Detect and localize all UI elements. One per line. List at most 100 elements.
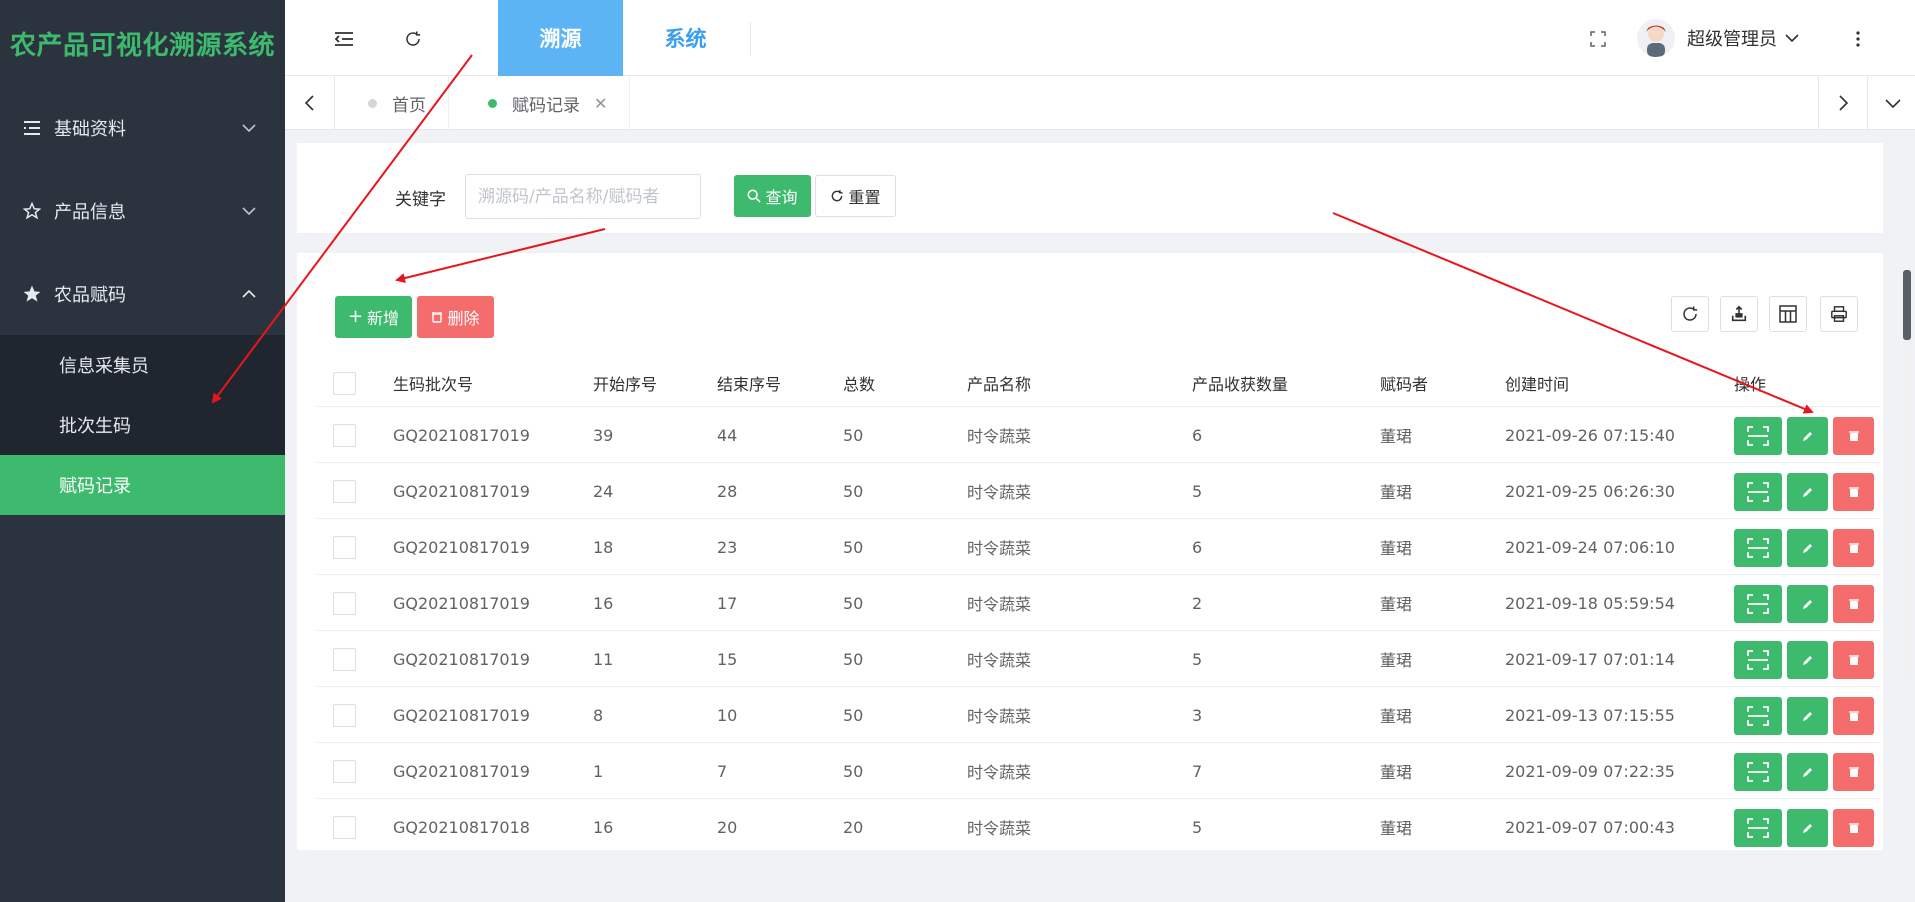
delete-row-button[interactable]: [1833, 529, 1874, 567]
reset-button[interactable]: 重置: [815, 175, 896, 217]
cell-created-time: 2021-09-09 07:22:35: [1505, 761, 1675, 781]
cell-harvest-qty: 2: [1192, 593, 1203, 613]
delete-row-button[interactable]: [1833, 585, 1874, 623]
tags-scroll-right-button[interactable]: [1818, 76, 1868, 130]
delete-button[interactable]: 删除: [417, 296, 494, 338]
scan-code-button[interactable]: [1734, 585, 1782, 623]
tag-home[interactable]: 首页: [336, 76, 449, 130]
delete-row-button[interactable]: [1833, 641, 1874, 679]
sidebar-item-coding[interactable]: 农品赋码: [0, 252, 285, 335]
pencil-icon: [1802, 544, 1812, 553]
row-checkbox[interactable]: [333, 423, 356, 447]
edit-button[interactable]: [1787, 641, 1828, 679]
cell-end-no: 10: [717, 705, 738, 725]
cell-batch-no: GQ20210817019: [393, 481, 530, 501]
user-name: 超级管理员: [1687, 29, 1777, 50]
delete-row-button[interactable]: [1833, 473, 1874, 511]
table-row: GQ20210817018 16 20 20 时令蔬菜 5 董珺 2021-09-07 07:…: [315, 799, 1879, 855]
search-panel: 关键字 查询 重置: [297, 143, 1883, 233]
scan-icon: [1747, 818, 1769, 838]
cell-start-no: 24: [593, 481, 614, 501]
user-menu[interactable]: 超级管理员: [1637, 18, 1799, 58]
scan-code-button[interactable]: [1734, 473, 1782, 511]
tag-label: 首页: [392, 95, 426, 116]
edit-button[interactable]: [1787, 753, 1828, 791]
cell-created-time: 2021-09-13 07:15:55: [1505, 705, 1675, 725]
trash-icon: [1848, 823, 1859, 833]
edit-button[interactable]: [1787, 809, 1828, 847]
trash-icon: [1848, 655, 1859, 665]
row-checkbox[interactable]: [333, 759, 356, 783]
scan-code-button[interactable]: [1734, 641, 1782, 679]
query-button[interactable]: 查询: [734, 175, 811, 217]
cell-coder: 董珺: [1380, 763, 1413, 782]
trash-icon: [431, 311, 443, 323]
add-button[interactable]: + 新增: [335, 296, 412, 338]
col-start-no: 开始序号: [593, 375, 658, 394]
scan-code-button[interactable]: [1734, 417, 1782, 455]
scan-code-button[interactable]: [1734, 697, 1782, 735]
delete-row-button[interactable]: [1833, 417, 1874, 455]
search-input[interactable]: [465, 174, 701, 219]
collapse-menu-button[interactable]: [327, 22, 361, 56]
scan-code-button[interactable]: [1734, 529, 1782, 567]
more-options-button[interactable]: [1841, 22, 1875, 56]
header-divider: [750, 22, 751, 56]
fullscreen-button[interactable]: [1581, 22, 1615, 56]
cell-batch-no: GQ20210817018: [393, 817, 530, 837]
sidebar-subitem-batch-code[interactable]: 批次生码: [0, 395, 285, 455]
row-checkbox[interactable]: [333, 703, 356, 727]
sidebar-subitem-collector[interactable]: 信息采集员: [0, 335, 285, 395]
sidebar-item-product-info[interactable]: 产品信息: [0, 169, 285, 252]
table-refresh-button[interactable]: [1671, 296, 1709, 332]
cell-start-no: 8: [593, 705, 604, 725]
pencil-icon: [1802, 712, 1812, 721]
menu-fold-icon: [334, 32, 353, 46]
edit-button[interactable]: [1787, 473, 1828, 511]
tag-status-dot: [368, 98, 377, 108]
cell-product-name: 时令蔬菜: [967, 763, 1032, 782]
sidebar-item-label: 基础资料: [54, 118, 126, 140]
cell-product-name: 时令蔬菜: [967, 539, 1032, 558]
delete-row-button[interactable]: [1833, 753, 1874, 791]
scan-icon: [1747, 762, 1769, 782]
tags-scroll-left-button[interactable]: [285, 76, 335, 130]
print-button[interactable]: [1820, 296, 1858, 332]
row-checkbox[interactable]: [333, 647, 356, 671]
edit-button[interactable]: [1787, 697, 1828, 735]
col-total: 总数: [843, 375, 876, 394]
cell-harvest-qty: 3: [1192, 705, 1203, 725]
tags-dropdown-button[interactable]: [1868, 76, 1915, 130]
row-checkbox[interactable]: [333, 479, 356, 503]
cell-batch-no: GQ20210817019: [393, 593, 530, 613]
columns-button[interactable]: [1769, 296, 1807, 332]
cell-total: 20: [843, 817, 864, 837]
cell-created-time: 2021-09-17 07:01:14: [1505, 649, 1675, 669]
cell-start-no: 11: [593, 649, 614, 669]
scan-code-button[interactable]: [1734, 809, 1782, 847]
sidebar-subitem-coding-records[interactable]: 赋码记录: [0, 455, 285, 515]
tab-traceability[interactable]: 溯源: [498, 0, 623, 76]
row-checkbox[interactable]: [333, 591, 356, 615]
row-checkbox[interactable]: [333, 815, 356, 839]
pencil-icon: [1802, 768, 1812, 777]
sidebar-item-basic-data[interactable]: 基础资料: [0, 86, 285, 169]
scan-code-button[interactable]: [1734, 753, 1782, 791]
scan-icon: [1747, 538, 1769, 558]
table-row: GQ20210817019 39 44 50 时令蔬菜 6 董珺 2021-09-26 07:…: [315, 407, 1879, 463]
page-scrollbar-thumb[interactable]: [1903, 270, 1911, 340]
export-button[interactable]: [1720, 296, 1758, 332]
refresh-page-button[interactable]: [396, 22, 430, 56]
close-icon[interactable]: ✕: [594, 94, 607, 113]
tab-system[interactable]: 系统: [623, 0, 748, 76]
edit-button[interactable]: [1787, 529, 1828, 567]
select-all-checkbox[interactable]: [333, 371, 356, 395]
sidebar-item-label: 产品信息: [54, 201, 126, 223]
cell-coder: 董珺: [1380, 707, 1413, 726]
tag-coding-records[interactable]: 赋码记录 ✕: [456, 76, 631, 130]
row-checkbox[interactable]: [333, 535, 356, 559]
edit-button[interactable]: [1787, 585, 1828, 623]
delete-row-button[interactable]: [1833, 809, 1874, 847]
edit-button[interactable]: [1787, 417, 1828, 455]
delete-row-button[interactable]: [1833, 697, 1874, 735]
